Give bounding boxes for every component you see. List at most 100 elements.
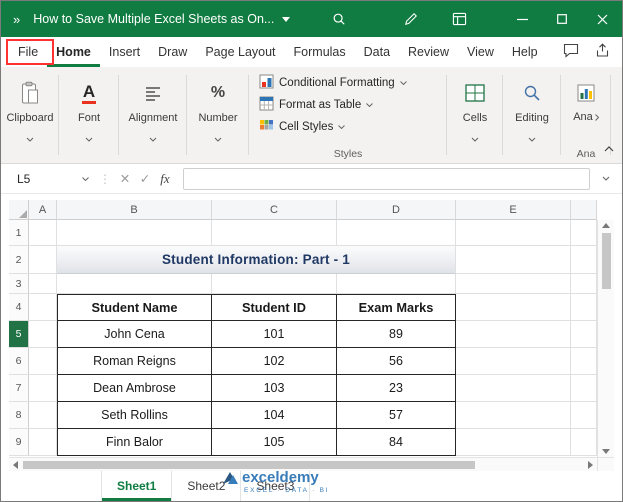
table-header-cell[interactable]: Student Name: [57, 294, 212, 321]
table-cell[interactable]: 103: [212, 375, 337, 402]
formula-input[interactable]: [183, 167, 590, 190]
expand-formula-bar-icon[interactable]: [598, 176, 614, 181]
clipboard-group-button[interactable]: Clipboard: [1, 67, 59, 163]
cell[interactable]: [571, 375, 597, 402]
enter-icon[interactable]: ✓: [135, 171, 155, 186]
cell[interactable]: [456, 348, 571, 375]
number-group-button[interactable]: % Number: [187, 67, 249, 163]
comments-icon[interactable]: [563, 43, 579, 61]
cell[interactable]: [571, 220, 597, 246]
cell[interactable]: [29, 321, 57, 348]
tab-insert[interactable]: Insert: [100, 37, 149, 67]
conditional-formatting-button[interactable]: Conditional Formatting: [259, 72, 407, 94]
column-header-a[interactable]: A: [29, 200, 57, 220]
tab-formulas[interactable]: Formulas: [285, 37, 355, 67]
row-header-1[interactable]: 1: [9, 220, 29, 246]
cell[interactable]: [29, 348, 57, 375]
cell[interactable]: [337, 274, 456, 294]
cell[interactable]: [456, 274, 571, 294]
row-header-4[interactable]: 4: [9, 294, 29, 321]
alignment-group-button[interactable]: Alignment: [119, 67, 187, 163]
column-header-e[interactable]: E: [456, 200, 571, 220]
scroll-down-icon[interactable]: [602, 449, 610, 454]
cell[interactable]: [456, 294, 571, 321]
tab-help[interactable]: Help: [503, 37, 547, 67]
chevron-down-icon[interactable]: [82, 176, 89, 181]
maximize-button[interactable]: [542, 1, 582, 37]
table-cell[interactable]: 56: [337, 348, 456, 375]
cell-styles-button[interactable]: Cell Styles: [259, 116, 346, 138]
column-header-d[interactable]: D: [337, 200, 456, 220]
search-icon[interactable]: [322, 1, 356, 37]
cell[interactable]: [57, 220, 212, 246]
cell[interactable]: [57, 274, 212, 294]
insert-function-button[interactable]: fx: [155, 171, 175, 187]
table-cell[interactable]: 105: [212, 429, 337, 456]
cell[interactable]: [456, 220, 571, 246]
row-header-3[interactable]: 3: [9, 274, 29, 294]
table-cell[interactable]: John Cena: [57, 321, 212, 348]
cell[interactable]: [571, 321, 597, 348]
cell[interactable]: [456, 402, 571, 429]
tab-file[interactable]: File: [9, 37, 47, 67]
sheet-tab-sheet1[interactable]: Sheet1: [101, 471, 173, 501]
row-header-2[interactable]: 2: [9, 246, 29, 274]
name-box[interactable]: L5: [9, 168, 95, 190]
column-header-partial[interactable]: [571, 200, 597, 220]
cell[interactable]: [456, 375, 571, 402]
table-cell[interactable]: 104: [212, 402, 337, 429]
cell[interactable]: [29, 429, 57, 456]
minimize-button[interactable]: [502, 1, 542, 37]
horizontal-scroll-thumb[interactable]: [23, 460, 476, 469]
select-all-corner[interactable]: [9, 200, 29, 220]
tab-review[interactable]: Review: [399, 37, 458, 67]
cell[interactable]: [571, 348, 597, 375]
cell[interactable]: [571, 294, 597, 321]
cell[interactable]: [212, 220, 337, 246]
font-group-button[interactable]: A Font: [59, 67, 119, 163]
cell[interactable]: [337, 220, 456, 246]
cells-group-button[interactable]: Cells: [447, 67, 503, 163]
table-cell[interactable]: 102: [212, 348, 337, 375]
table-cell[interactable]: 101: [212, 321, 337, 348]
tab-data[interactable]: Data: [355, 37, 399, 67]
quick-access-overflow-button[interactable]: »: [1, 12, 33, 27]
close-button[interactable]: [582, 1, 622, 37]
table-cell[interactable]: 23: [337, 375, 456, 402]
cell[interactable]: [456, 429, 571, 456]
tab-view[interactable]: View: [458, 37, 503, 67]
table-cell[interactable]: 89: [337, 321, 456, 348]
cell[interactable]: [571, 402, 597, 429]
row-header-9[interactable]: 9: [9, 429, 29, 456]
draw-pen-icon[interactable]: [394, 1, 428, 37]
scroll-left-icon[interactable]: [13, 460, 18, 469]
row-header-5-selected[interactable]: 5: [9, 321, 29, 348]
tab-home[interactable]: Home: [47, 37, 100, 67]
collapse-ribbon-icon[interactable]: [604, 139, 614, 157]
table-header-cell[interactable]: Student ID: [212, 294, 337, 321]
table-header-cell[interactable]: Exam Marks: [337, 294, 456, 321]
cell[interactable]: [29, 220, 57, 246]
share-icon[interactable]: [595, 43, 610, 61]
column-header-c[interactable]: C: [212, 200, 337, 220]
tab-page-layout[interactable]: Page Layout: [196, 37, 284, 67]
cancel-icon[interactable]: ✕: [115, 171, 135, 186]
table-cell[interactable]: 57: [337, 402, 456, 429]
cell[interactable]: [29, 375, 57, 402]
cell[interactable]: [29, 294, 57, 321]
cell[interactable]: [571, 274, 597, 294]
format-as-table-button[interactable]: Format as Table: [259, 94, 374, 116]
row-header-8[interactable]: 8: [9, 402, 29, 429]
cell[interactable]: [29, 246, 57, 274]
scroll-right-icon[interactable]: [588, 460, 593, 469]
banner-title-cell[interactable]: Student Information: Part - 1: [57, 246, 456, 274]
title-dropdown-icon[interactable]: [282, 16, 291, 22]
cell[interactable]: [456, 321, 571, 348]
cell[interactable]: [29, 402, 57, 429]
table-cell[interactable]: Dean Ambrose: [57, 375, 212, 402]
vertical-scrollbar[interactable]: [597, 200, 614, 471]
table-cell[interactable]: Seth Rollins: [57, 402, 212, 429]
table-cell[interactable]: Finn Balor: [57, 429, 212, 456]
cell[interactable]: [456, 246, 571, 274]
vertical-scroll-thumb[interactable]: [601, 233, 611, 289]
